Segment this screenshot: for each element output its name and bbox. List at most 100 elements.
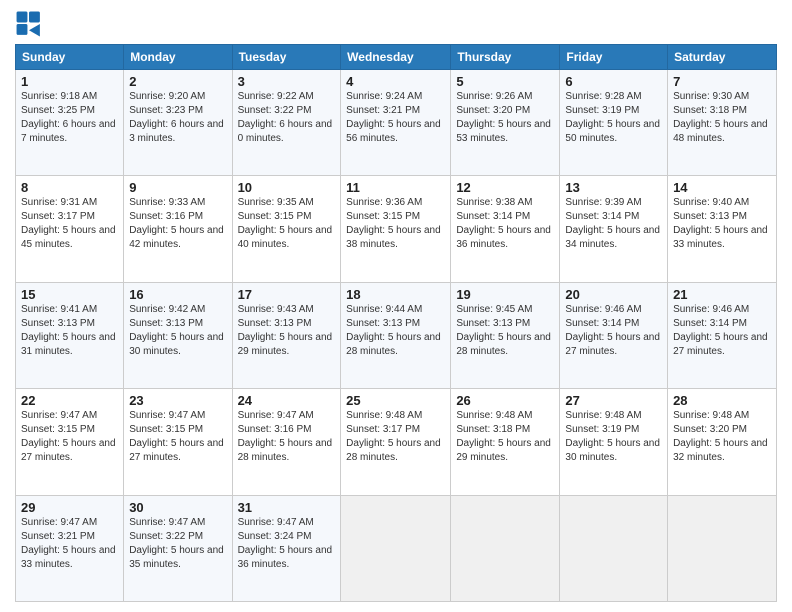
calendar-header-saturday: Saturday [668,45,777,70]
page: SundayMondayTuesdayWednesdayThursdayFrid… [0,0,792,612]
day-detail: Sunrise: 9:22 AM Sunset: 3:22 PM Dayligh… [238,90,336,146]
calendar-cell: 30 Sunrise: 9:47 AM Sunset: 3:22 PM Dayl… [124,495,232,601]
day-number: 20 [565,287,662,302]
calendar-table: SundayMondayTuesdayWednesdayThursdayFrid… [15,44,777,602]
day-number: 30 [129,500,226,515]
calendar-cell [560,495,668,601]
calendar-cell: 29 Sunrise: 9:47 AM Sunset: 3:21 PM Dayl… [16,495,124,601]
day-detail: Sunrise: 9:20 AM Sunset: 3:23 PM Dayligh… [129,90,226,146]
calendar-cell: 22 Sunrise: 9:47 AM Sunset: 3:15 PM Dayl… [16,389,124,495]
calendar-cell: 4 Sunrise: 9:24 AM Sunset: 3:21 PM Dayli… [341,70,451,176]
calendar-cell: 20 Sunrise: 9:46 AM Sunset: 3:14 PM Dayl… [560,282,668,388]
calendar-cell: 24 Sunrise: 9:47 AM Sunset: 3:16 PM Dayl… [232,389,341,495]
day-number: 13 [565,180,662,195]
calendar-cell: 28 Sunrise: 9:48 AM Sunset: 3:20 PM Dayl… [668,389,777,495]
calendar-cell: 1 Sunrise: 9:18 AM Sunset: 3:25 PM Dayli… [16,70,124,176]
logo-icon [15,10,43,38]
day-number: 27 [565,393,662,408]
day-number: 14 [673,180,771,195]
day-number: 12 [456,180,554,195]
calendar-week-3: 15 Sunrise: 9:41 AM Sunset: 3:13 PM Dayl… [16,282,777,388]
calendar-cell: 11 Sunrise: 9:36 AM Sunset: 3:15 PM Dayl… [341,176,451,282]
day-detail: Sunrise: 9:44 AM Sunset: 3:13 PM Dayligh… [346,303,445,359]
day-number: 18 [346,287,445,302]
day-number: 11 [346,180,445,195]
day-detail: Sunrise: 9:47 AM Sunset: 3:16 PM Dayligh… [238,409,336,465]
day-number: 28 [673,393,771,408]
day-number: 6 [565,74,662,89]
day-detail: Sunrise: 9:40 AM Sunset: 3:13 PM Dayligh… [673,196,771,252]
day-number: 21 [673,287,771,302]
calendar-cell: 12 Sunrise: 9:38 AM Sunset: 3:14 PM Dayl… [451,176,560,282]
calendar-cell: 19 Sunrise: 9:45 AM Sunset: 3:13 PM Dayl… [451,282,560,388]
day-detail: Sunrise: 9:43 AM Sunset: 3:13 PM Dayligh… [238,303,336,359]
day-number: 8 [21,180,118,195]
calendar-header-monday: Monday [124,45,232,70]
calendar-cell: 7 Sunrise: 9:30 AM Sunset: 3:18 PM Dayli… [668,70,777,176]
calendar-header-friday: Friday [560,45,668,70]
calendar-cell: 13 Sunrise: 9:39 AM Sunset: 3:14 PM Dayl… [560,176,668,282]
day-detail: Sunrise: 9:33 AM Sunset: 3:16 PM Dayligh… [129,196,226,252]
day-number: 1 [21,74,118,89]
calendar-cell: 6 Sunrise: 9:28 AM Sunset: 3:19 PM Dayli… [560,70,668,176]
day-detail: Sunrise: 9:47 AM Sunset: 3:15 PM Dayligh… [129,409,226,465]
calendar-cell: 27 Sunrise: 9:48 AM Sunset: 3:19 PM Dayl… [560,389,668,495]
day-number: 2 [129,74,226,89]
day-number: 25 [346,393,445,408]
day-detail: Sunrise: 9:24 AM Sunset: 3:21 PM Dayligh… [346,90,445,146]
logo [15,10,47,38]
calendar-cell: 10 Sunrise: 9:35 AM Sunset: 3:15 PM Dayl… [232,176,341,282]
day-detail: Sunrise: 9:47 AM Sunset: 3:22 PM Dayligh… [129,516,226,572]
calendar-cell: 8 Sunrise: 9:31 AM Sunset: 3:17 PM Dayli… [16,176,124,282]
calendar-week-4: 22 Sunrise: 9:47 AM Sunset: 3:15 PM Dayl… [16,389,777,495]
header [15,10,777,38]
day-detail: Sunrise: 9:46 AM Sunset: 3:14 PM Dayligh… [565,303,662,359]
day-number: 19 [456,287,554,302]
calendar-cell: 16 Sunrise: 9:42 AM Sunset: 3:13 PM Dayl… [124,282,232,388]
day-detail: Sunrise: 9:39 AM Sunset: 3:14 PM Dayligh… [565,196,662,252]
calendar-cell: 9 Sunrise: 9:33 AM Sunset: 3:16 PM Dayli… [124,176,232,282]
calendar-header-tuesday: Tuesday [232,45,341,70]
day-detail: Sunrise: 9:48 AM Sunset: 3:18 PM Dayligh… [456,409,554,465]
calendar-cell: 5 Sunrise: 9:26 AM Sunset: 3:20 PM Dayli… [451,70,560,176]
calendar-cell: 3 Sunrise: 9:22 AM Sunset: 3:22 PM Dayli… [232,70,341,176]
day-number: 16 [129,287,226,302]
calendar-week-1: 1 Sunrise: 9:18 AM Sunset: 3:25 PM Dayli… [16,70,777,176]
calendar-cell: 2 Sunrise: 9:20 AM Sunset: 3:23 PM Dayli… [124,70,232,176]
calendar-week-5: 29 Sunrise: 9:47 AM Sunset: 3:21 PM Dayl… [16,495,777,601]
calendar-cell: 17 Sunrise: 9:43 AM Sunset: 3:13 PM Dayl… [232,282,341,388]
day-number: 23 [129,393,226,408]
calendar-cell: 26 Sunrise: 9:48 AM Sunset: 3:18 PM Dayl… [451,389,560,495]
day-number: 3 [238,74,336,89]
calendar-header-wednesday: Wednesday [341,45,451,70]
calendar-cell [451,495,560,601]
calendar-cell: 15 Sunrise: 9:41 AM Sunset: 3:13 PM Dayl… [16,282,124,388]
day-detail: Sunrise: 9:35 AM Sunset: 3:15 PM Dayligh… [238,196,336,252]
day-detail: Sunrise: 9:41 AM Sunset: 3:13 PM Dayligh… [21,303,118,359]
calendar-cell: 21 Sunrise: 9:46 AM Sunset: 3:14 PM Dayl… [668,282,777,388]
day-detail: Sunrise: 9:30 AM Sunset: 3:18 PM Dayligh… [673,90,771,146]
day-number: 7 [673,74,771,89]
day-detail: Sunrise: 9:42 AM Sunset: 3:13 PM Dayligh… [129,303,226,359]
day-number: 4 [346,74,445,89]
day-detail: Sunrise: 9:38 AM Sunset: 3:14 PM Dayligh… [456,196,554,252]
calendar-cell: 18 Sunrise: 9:44 AM Sunset: 3:13 PM Dayl… [341,282,451,388]
day-number: 29 [21,500,118,515]
day-detail: Sunrise: 9:28 AM Sunset: 3:19 PM Dayligh… [565,90,662,146]
day-detail: Sunrise: 9:46 AM Sunset: 3:14 PM Dayligh… [673,303,771,359]
calendar-week-2: 8 Sunrise: 9:31 AM Sunset: 3:17 PM Dayli… [16,176,777,282]
day-number: 26 [456,393,554,408]
day-number: 17 [238,287,336,302]
calendar-header-thursday: Thursday [451,45,560,70]
calendar-cell [341,495,451,601]
day-detail: Sunrise: 9:31 AM Sunset: 3:17 PM Dayligh… [21,196,118,252]
day-detail: Sunrise: 9:47 AM Sunset: 3:24 PM Dayligh… [238,516,336,572]
day-number: 5 [456,74,554,89]
day-detail: Sunrise: 9:45 AM Sunset: 3:13 PM Dayligh… [456,303,554,359]
calendar-header-sunday: Sunday [16,45,124,70]
day-detail: Sunrise: 9:47 AM Sunset: 3:21 PM Dayligh… [21,516,118,572]
day-number: 24 [238,393,336,408]
day-detail: Sunrise: 9:47 AM Sunset: 3:15 PM Dayligh… [21,409,118,465]
day-detail: Sunrise: 9:48 AM Sunset: 3:19 PM Dayligh… [565,409,662,465]
calendar-header-row: SundayMondayTuesdayWednesdayThursdayFrid… [16,45,777,70]
